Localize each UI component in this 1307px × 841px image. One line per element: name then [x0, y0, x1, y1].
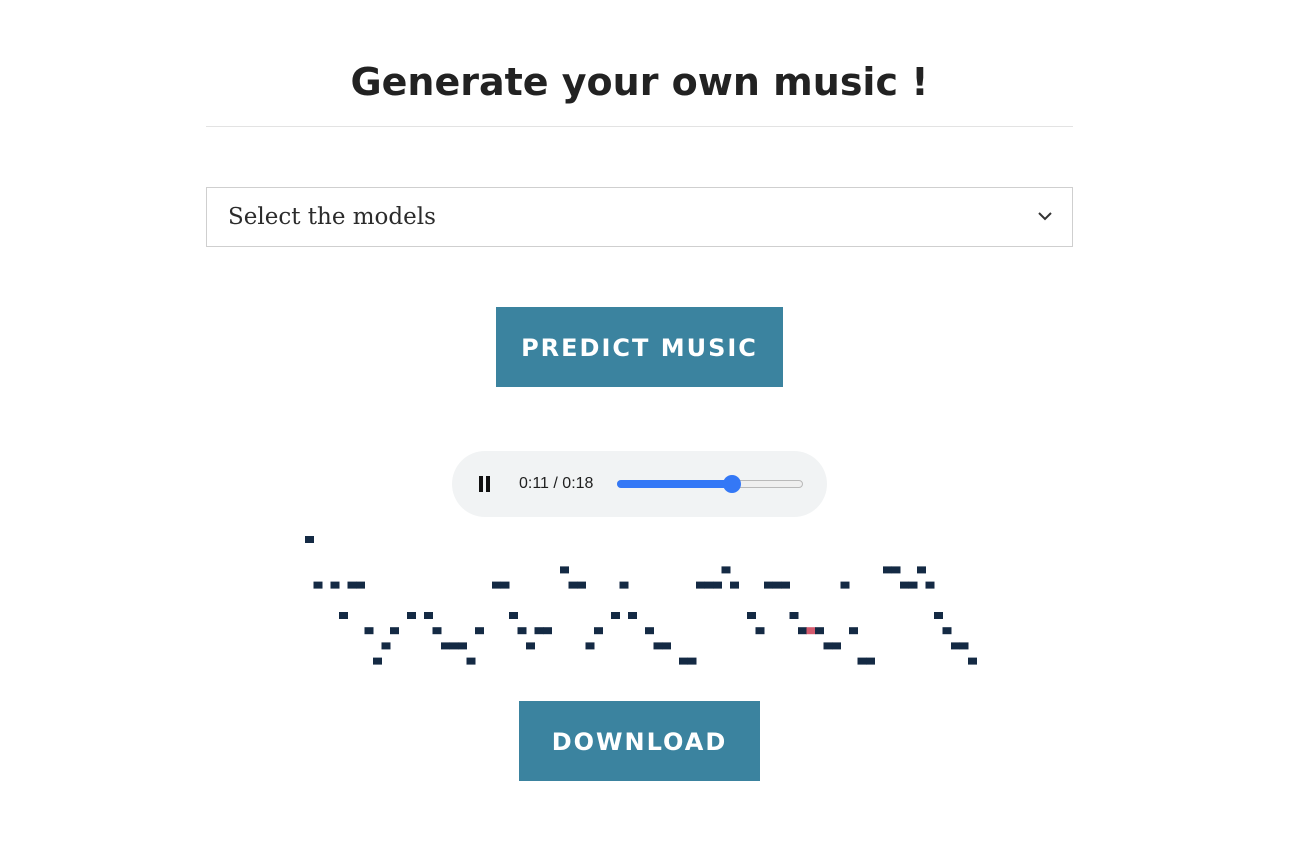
note	[764, 581, 773, 589]
note	[679, 657, 688, 665]
note	[560, 566, 569, 574]
note	[585, 642, 595, 650]
note	[942, 627, 952, 635]
note	[721, 566, 731, 574]
note	[951, 642, 960, 650]
chevron-down-icon	[1038, 212, 1052, 221]
note	[364, 627, 374, 635]
note	[832, 642, 841, 650]
note	[424, 612, 433, 619]
note	[823, 642, 833, 650]
note	[594, 627, 603, 635]
note	[815, 627, 824, 635]
pause-bar-left	[479, 476, 483, 492]
download-button[interactable]: DOWNLOAD	[519, 701, 760, 781]
note	[781, 581, 790, 589]
note	[840, 581, 850, 589]
note	[492, 581, 501, 589]
note	[441, 642, 450, 650]
note	[526, 642, 535, 650]
note	[696, 581, 705, 589]
note	[883, 566, 892, 574]
note	[356, 581, 365, 589]
pause-icon[interactable]	[474, 471, 498, 497]
page-title: Generate your own music !	[350, 60, 929, 104]
note	[330, 581, 340, 589]
note	[730, 581, 739, 589]
audio-seek-thumb[interactable]	[722, 475, 741, 493]
note	[500, 581, 510, 589]
note	[339, 612, 348, 619]
audio-seek-slider[interactable]	[617, 475, 803, 493]
note	[611, 612, 620, 619]
note	[568, 581, 578, 589]
note	[704, 581, 714, 589]
note	[772, 581, 782, 589]
note	[347, 581, 357, 589]
note	[407, 612, 416, 619]
note	[713, 581, 722, 589]
note	[449, 642, 459, 650]
active-note	[806, 627, 816, 635]
note	[517, 627, 527, 635]
note	[432, 627, 442, 635]
note	[373, 657, 382, 665]
predict-music-button[interactable]: PREDICT MUSIC	[496, 307, 783, 387]
audio-time-display: 0:11 / 0:18	[519, 475, 594, 492]
model-select-dropdown[interactable]: Select the models	[206, 187, 1073, 247]
note	[968, 657, 977, 665]
note	[534, 627, 544, 635]
note	[900, 581, 909, 589]
note	[747, 612, 756, 619]
note	[313, 581, 323, 589]
note	[390, 627, 399, 635]
note	[577, 581, 586, 589]
audio-seek-progress	[617, 480, 731, 488]
note	[687, 657, 697, 665]
note	[381, 642, 391, 650]
note	[925, 581, 935, 589]
note	[934, 612, 943, 619]
note	[653, 642, 663, 650]
note	[628, 612, 637, 619]
note	[475, 627, 484, 635]
pause-bar-right	[486, 476, 490, 492]
note	[891, 566, 901, 574]
note	[755, 627, 765, 635]
note	[645, 627, 654, 635]
note	[543, 627, 552, 635]
note	[662, 642, 671, 650]
title-divider	[206, 126, 1073, 127]
note	[458, 642, 467, 650]
note	[959, 642, 969, 650]
note	[857, 657, 867, 665]
note	[305, 536, 314, 543]
model-select-placeholder: Select the models	[228, 204, 436, 230]
audio-player: 0:11 / 0:18	[452, 451, 827, 517]
note	[917, 566, 926, 574]
note	[908, 581, 918, 589]
note	[466, 657, 476, 665]
note	[619, 581, 629, 589]
note	[798, 627, 807, 635]
note	[866, 657, 875, 665]
note	[789, 612, 799, 619]
note	[849, 627, 858, 635]
note	[509, 612, 518, 619]
